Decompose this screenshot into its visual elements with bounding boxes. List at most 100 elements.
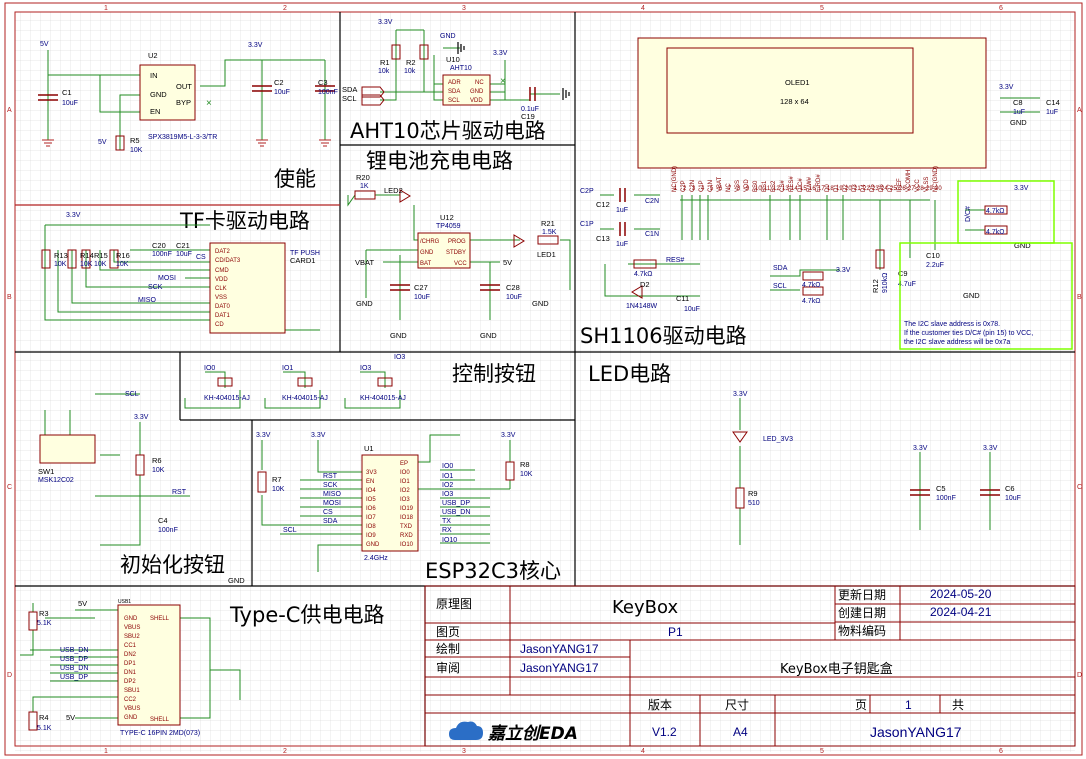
- net-5v-charger: 5V: [503, 258, 512, 267]
- u12-pin-prog: PROG: [448, 239, 466, 245]
- u1-left-pin-4: IO5: [366, 497, 376, 503]
- usb1-pin-5: DN2: [124, 652, 137, 658]
- tb-label-material: 物料编码: [838, 623, 886, 638]
- c4-ref: C4: [158, 516, 168, 525]
- tb-author: JasonYANG17: [870, 724, 962, 740]
- net-3v3-esp-r8: 3.3V: [501, 432, 516, 439]
- usb1-pin-1: GND: [124, 616, 138, 622]
- tb-project-name: KeyBox: [612, 597, 678, 618]
- u1-right-pin-7: IO18: [400, 515, 414, 521]
- net-5v-typec-bottom: 5V: [66, 713, 75, 722]
- net-gnd-oled: GND: [963, 291, 980, 300]
- col-label-5-bottom: 5: [820, 748, 824, 755]
- net-gnd-charger-3: GND: [480, 331, 497, 340]
- r16-ref: R16: [116, 251, 130, 260]
- c20-value: 100nF: [152, 251, 172, 258]
- r15-value: 10K: [94, 261, 107, 268]
- u2-body: [139, 64, 196, 121]
- i2c-note-line1: The I2C slave address is 0x78.: [904, 321, 1000, 328]
- tb-description: KeyBox电子钥匙盒: [780, 661, 893, 677]
- usb1-pin-3: SBU2: [124, 634, 140, 640]
- net-scl-esp: SCL: [283, 527, 297, 534]
- section-title-sh1106: SH1106驱动电路: [580, 324, 747, 348]
- c12-ref: C12: [596, 200, 610, 209]
- card1-pin-dat0: DAT0: [215, 304, 231, 310]
- c28-value: 10uF: [506, 294, 522, 301]
- tb-label-page: 页: [855, 698, 867, 712]
- oled1-value: 128 x 64: [780, 97, 809, 106]
- tb-label-sheet: 图页: [436, 625, 460, 639]
- sw-io1-value: KH-404015-AJ: [282, 395, 328, 402]
- net-mosi-tf: MOSI: [158, 275, 176, 282]
- r21-ref: R21: [541, 219, 555, 228]
- i2c-note-line3: the I2C slave address will be 0x7a: [904, 339, 1010, 346]
- net-3v3-dc: 3.3V: [1014, 185, 1029, 192]
- c4-value: 100nF: [158, 527, 178, 534]
- usb1-pin-8: DP2: [124, 679, 136, 685]
- tb-size: A4: [733, 725, 748, 739]
- col-label-2: 2: [283, 5, 287, 12]
- c19-ref: C19: [521, 112, 535, 121]
- net-miso-esp: MISO: [323, 491, 341, 498]
- tb-drawn-by: JasonYANG17: [520, 642, 599, 656]
- net-sda-esp: SDA: [323, 518, 338, 525]
- logo-text: 嘉立创EDA: [487, 724, 578, 744]
- u1-left-pin-3: IO4: [366, 488, 376, 494]
- c14-value: 1uF: [1046, 109, 1058, 116]
- usb1-pin-12: GND: [124, 715, 138, 721]
- c8-ref: C8: [1013, 98, 1023, 107]
- c28-ref: C28: [506, 283, 520, 292]
- net-3v3-aht: 3.3V: [378, 19, 393, 26]
- r6-value: 10K: [152, 467, 165, 474]
- schematic-sheet: 1 2 3 4 5 6 1 2 3 4 5 6 A B C D A B C D …: [0, 0, 1086, 759]
- tb-label-review: 审阅: [436, 660, 460, 675]
- net-usbdp-esp: USB_DP: [442, 500, 470, 507]
- sw-io0-ref: IO0: [204, 365, 215, 372]
- u10-value: AHT10: [450, 65, 472, 72]
- net-5v-en: 5V: [98, 139, 107, 146]
- net-gnd-charger-1: GND: [356, 299, 373, 308]
- r6-ref: R6: [152, 456, 162, 465]
- section-title-buttons: 控制按钮: [452, 362, 536, 386]
- c27-value: 10uF: [414, 294, 430, 301]
- nc-mark-byp: ×: [206, 98, 212, 109]
- net-c1n-left: C1N: [645, 231, 659, 238]
- net-tx-esp: TX: [442, 518, 451, 525]
- net-3v3-c6: 3.3V: [983, 445, 998, 452]
- oled1-body: [637, 37, 987, 169]
- net-dc-label: D/C#: [965, 206, 972, 222]
- c11-value: 10uF: [684, 306, 700, 313]
- u2-pin-out: OUT: [176, 82, 192, 91]
- card1-pin-cddat3: CD/DAT3: [215, 258, 241, 264]
- row-label-a: A: [7, 107, 12, 114]
- u1-right-pin-10: IO10: [400, 542, 414, 548]
- net-io3-esp: IO3: [442, 491, 453, 498]
- u1-value: 2.4GHz: [364, 555, 388, 562]
- card1-pin-cmd: CMD: [215, 268, 229, 274]
- c13-value: 1uF: [616, 241, 628, 248]
- c3-value: 100nF: [318, 89, 338, 96]
- tb-label-version: 版本: [648, 698, 672, 712]
- row-label-c-right: C: [1077, 484, 1082, 491]
- u10-pin-adr: ADR: [448, 80, 461, 86]
- r13-value: 10K: [54, 261, 67, 268]
- c12-value: 1uF: [616, 207, 628, 214]
- net-io2-esp: IO2: [442, 482, 453, 489]
- r2-value: 10k: [404, 68, 416, 75]
- u12-pin-bat: BAT: [420, 261, 432, 267]
- net-3v3-led: 3.3V: [733, 391, 748, 398]
- card1-pin-cd: CD: [215, 322, 224, 328]
- r9-ref: R9: [748, 489, 758, 498]
- col-label-6: 6: [999, 5, 1003, 12]
- net-scl-oled: SCL: [773, 283, 787, 290]
- u1-right-pin-2: IO0: [400, 470, 410, 476]
- u1-left-pin-2: EN: [366, 479, 374, 485]
- usb1-pin-6: DP1: [124, 661, 136, 667]
- net-sda-oled: SDA: [773, 265, 788, 272]
- c21-ref: C21: [176, 241, 190, 250]
- u1-right-pin-6: IO19: [400, 506, 414, 512]
- u1-left-pin-8: IO9: [366, 533, 376, 539]
- oled1-ref: OLED1: [785, 78, 810, 87]
- usb1-pin-7: DN1: [124, 670, 137, 676]
- net-rst-init: RST: [172, 489, 187, 496]
